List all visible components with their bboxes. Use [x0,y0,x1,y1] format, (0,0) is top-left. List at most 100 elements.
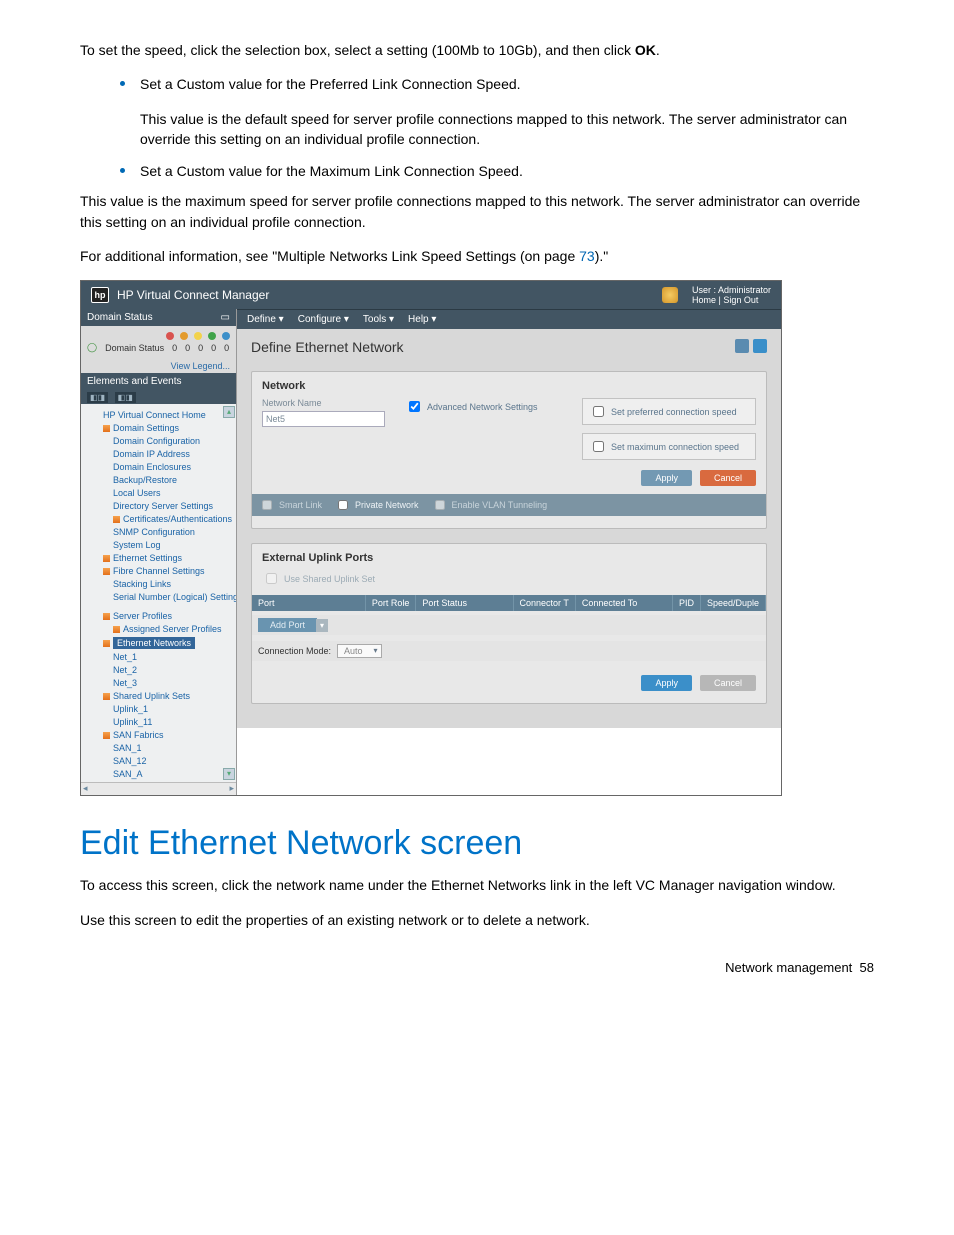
domain-status-title: Domain Status [87,312,153,323]
nav-uplink-11[interactable]: Uplink_11 [91,715,232,728]
cancel-button-1[interactable]: Cancel [700,470,756,486]
adv-settings-check[interactable]: Advanced Network Settings [405,398,562,415]
nav-net-3[interactable]: Net_3 [91,676,232,689]
bullet-list-2: Set a Custom value for the Maximum Link … [120,161,874,181]
intro-paragraph: To set the speed, click the selection bo… [80,40,874,60]
status-info-icon [222,332,230,340]
conn-mode-select[interactable]: Auto [337,644,382,658]
nav-ethernet-settings[interactable]: Ethernet Settings [91,551,232,564]
nav-home[interactable]: HP Virtual Connect Home [91,408,232,421]
scroll-down-icon[interactable]: ▾ [223,768,235,780]
nav-domain-enclosures[interactable]: Domain Enclosures [91,460,232,473]
scroll-up-icon[interactable]: ▴ [223,406,235,418]
nav-backup-restore[interactable]: Backup/Restore [91,473,232,486]
app-title: HP Virtual Connect Manager [117,288,269,302]
cancel-button-2[interactable]: Cancel [700,675,756,691]
user-info: User : Administrator Home | Sign Out [692,285,771,305]
nav-fibre-channel[interactable]: Fibre Channel Settings [91,564,232,577]
count-3: 0 [211,343,216,353]
max-speed-label: Set maximum connection speed [611,442,739,452]
add-port-button[interactable]: Add Port [258,618,317,632]
nav-san-1[interactable]: SAN_1 [91,741,232,754]
domain-status-label: Domain Status [105,343,164,353]
elements-title: Elements and Events [87,376,182,387]
left-navigation: Domain Status ▭ ◯ Domain Status 0 0 0 [81,309,237,795]
pref-speed-card: Set preferred connection speed [582,398,756,425]
content-title: Define Ethernet Network [251,339,404,355]
options-bar: Smart Link Private Network Enable VLAN T… [252,494,766,516]
content-panel: Define Ethernet Network Network Network … [237,329,781,728]
view-legend-link[interactable]: View Legend... [81,359,236,373]
connection-mode-row: Connection Mode: Auto [252,641,766,661]
app-screenshot: hp HP Virtual Connect Manager User : Adm… [80,280,782,796]
max-speed-card: Set maximum connection speed [582,433,756,460]
private-net-checkbox[interactable] [338,500,348,510]
section-heading: Edit Ethernet Network screen [80,824,874,863]
nav-directory[interactable]: Directory Server Settings [91,499,232,512]
nav-shared-uplink[interactable]: Shared Uplink Sets [91,689,232,702]
nav-serial[interactable]: Serial Number (Logical) Settings [91,590,232,603]
nav-san-12[interactable]: SAN_12 [91,754,232,767]
status-ok-icon [208,332,216,340]
menu-configure[interactable]: Configure ▾ [298,314,349,325]
count-2: 0 [198,343,203,353]
collapse-icon[interactable]: ▭ [221,312,230,323]
nav-net-2[interactable]: Net_2 [91,663,232,676]
nav-ethernet-networks-label: Ethernet Networks [113,637,195,649]
nav-assigned-profiles[interactable]: Assigned Server Profiles [91,622,232,635]
add-port-row: Add Port▾ [252,615,766,635]
pref-speed-checkbox[interactable] [593,406,604,417]
nav-syslog[interactable]: System Log [91,538,232,551]
use-shared-checkbox [266,573,277,584]
count-0: 0 [172,343,177,353]
content-title-row: Define Ethernet Network [251,339,767,355]
network-heading: Network [262,380,756,392]
nav-snmp[interactable]: SNMP Configuration [91,525,232,538]
nav-hscroll[interactable]: ◂▸ [81,782,236,795]
adv-settings-label: Advanced Network Settings [427,402,538,412]
nav-net-1[interactable]: Net_1 [91,650,232,663]
nav-san-fabrics[interactable]: SAN Fabrics [91,728,232,741]
network-panel: Network Network Name Advanced Network Se… [251,371,767,529]
tab-elements-icon[interactable]: ◧◨ [87,392,108,403]
use-shared-label: Use Shared Uplink Set [284,574,375,584]
smartlink-label: Smart Link [279,500,322,510]
nav-san-a[interactable]: SAN_A [91,767,232,780]
page-link[interactable]: 73 [579,248,595,264]
nav-tree[interactable]: ▴ HP Virtual Connect Home Domain Setting… [81,404,236,782]
tab-events-icon[interactable]: ◧◨ [115,392,136,403]
print-icon[interactable] [735,339,749,353]
app-topbar: hp HP Virtual Connect Manager User : Adm… [81,281,781,309]
domain-status-body: ◯ Domain Status 0 0 0 0 0 [81,326,236,359]
footer-page-number: 58 [860,960,874,975]
th-port: Port [252,595,366,611]
nav-certificates[interactable]: Certificates/Authentications [91,512,232,525]
uplink-panel: External Uplink Ports Use Shared Uplink … [251,543,767,704]
nav-domain-settings[interactable]: Domain Settings [91,421,232,434]
bullet-1: Set a Custom value for the Preferred Lin… [120,74,874,94]
apply-button-2[interactable]: Apply [641,675,692,691]
apply-button-1[interactable]: Apply [641,470,692,486]
nav-domain-ip[interactable]: Domain IP Address [91,447,232,460]
network-name-input[interactable] [262,411,385,427]
menu-define[interactable]: Define ▾ [247,314,284,325]
nav-local-users[interactable]: Local Users [91,486,232,499]
smartlink-checkbox [262,500,272,510]
alert-icon[interactable] [662,287,678,303]
nav-ethernet-networks[interactable]: Ethernet Networks [91,635,232,650]
page-footer: Network management 58 [80,960,874,975]
nav-stacking[interactable]: Stacking Links [91,577,232,590]
max-speed-checkbox[interactable] [593,441,604,452]
adv-settings-checkbox[interactable] [409,401,420,412]
additional-info: For additional information, see "Multipl… [80,246,874,266]
nav-domain-config[interactable]: Domain Configuration [91,434,232,447]
nav-uplink-1[interactable]: Uplink_1 [91,702,232,715]
count-4: 0 [224,343,229,353]
add-port-dropdown-icon[interactable]: ▾ [316,619,328,632]
menu-help[interactable]: Help ▾ [408,314,436,325]
home-signout-links[interactable]: Home | Sign Out [692,295,758,305]
help-icon[interactable] [753,339,767,353]
menu-tools[interactable]: Tools ▾ [363,314,394,325]
nav-server-profiles[interactable]: Server Profiles [91,609,232,622]
count-1: 0 [185,343,190,353]
